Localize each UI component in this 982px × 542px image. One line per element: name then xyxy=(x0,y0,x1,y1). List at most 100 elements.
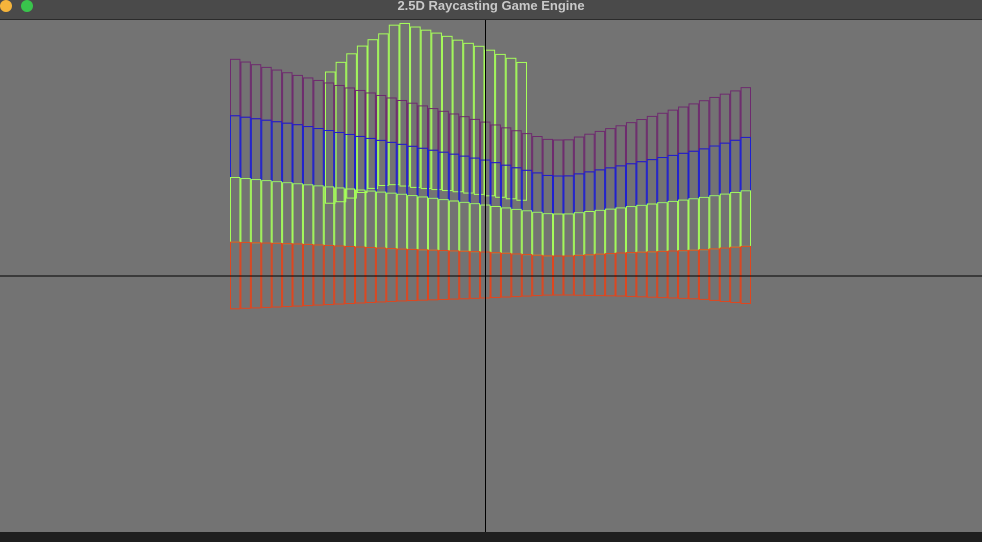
wall-column-top xyxy=(563,139,574,177)
wall-column-top xyxy=(709,96,720,147)
wall-column-middle xyxy=(646,159,658,205)
wall-column-middle xyxy=(563,175,574,215)
wall-column-top xyxy=(719,93,731,144)
wall-column-bottom xyxy=(646,251,658,298)
wall-column-middle xyxy=(448,153,460,202)
wall-column-bottom xyxy=(563,255,574,296)
wall-column-bottom xyxy=(667,250,679,299)
wall-column-lower xyxy=(678,199,689,252)
wall-column-middle xyxy=(730,139,741,193)
wall-column-bottom xyxy=(500,252,512,298)
wall-column-middle xyxy=(698,148,710,198)
back-wall-column xyxy=(452,39,464,193)
wall-column-bottom xyxy=(594,253,606,297)
wall-column-middle xyxy=(636,161,647,206)
wall-column-top xyxy=(730,90,741,141)
game-viewport[interactable] xyxy=(0,20,982,532)
wall-column-bottom xyxy=(355,246,366,304)
wall-column-bottom xyxy=(417,249,428,301)
wall-column-bottom xyxy=(344,245,356,305)
wall-column-top xyxy=(240,61,251,118)
wall-column-top xyxy=(615,125,626,167)
wall-column-bottom xyxy=(448,250,460,300)
wall-column-lower xyxy=(490,205,501,254)
wall-column-top xyxy=(657,112,668,159)
back-wall-column xyxy=(463,42,474,194)
wall-column-bottom xyxy=(386,248,397,302)
wall-column-middle xyxy=(438,151,449,201)
wall-column-middle xyxy=(302,126,314,186)
back-wall-column xyxy=(441,35,453,192)
wall-column-top xyxy=(625,122,637,165)
front-wall-layers xyxy=(230,58,752,310)
wall-column-top xyxy=(469,118,481,159)
wall-column-lower xyxy=(386,192,397,250)
wall-column-bottom xyxy=(427,249,439,301)
wall-column-lower xyxy=(553,213,564,257)
wall-column-lower xyxy=(417,196,428,251)
wall-column-lower xyxy=(250,179,262,244)
wall-column-bottom xyxy=(459,250,470,300)
wall-column-bottom xyxy=(302,243,314,307)
wall-column-lower xyxy=(365,190,376,249)
wall-column-top xyxy=(573,136,585,175)
wall-column-top xyxy=(532,136,543,174)
wall-column-middle xyxy=(250,118,262,181)
wall-column-lower xyxy=(407,195,418,250)
wall-column-lower xyxy=(646,203,658,253)
wall-column-top xyxy=(302,77,314,128)
wall-column-bottom xyxy=(230,241,241,310)
wall-column-lower xyxy=(605,208,616,255)
wall-column-bottom xyxy=(532,254,543,297)
wall-column-top xyxy=(230,58,241,117)
wall-column-lower xyxy=(282,182,293,245)
wall-column-lower xyxy=(292,183,303,245)
wall-column-lower xyxy=(230,177,241,243)
wall-column-top xyxy=(417,105,428,149)
wall-column-top xyxy=(553,139,564,177)
wall-column-bottom xyxy=(584,254,595,296)
wall-column-lower xyxy=(469,203,481,253)
wall-column-top xyxy=(282,72,293,124)
wall-column-middle xyxy=(667,154,679,202)
wall-column-lower xyxy=(625,206,637,254)
wall-column-bottom xyxy=(625,252,637,297)
wall-column-top xyxy=(740,87,752,138)
wall-column-bottom xyxy=(261,242,272,308)
wall-column-middle xyxy=(709,145,720,197)
wall-column-top xyxy=(678,106,689,154)
wall-column-top xyxy=(594,130,606,171)
wall-column-top xyxy=(448,113,460,155)
wall-column-middle xyxy=(417,147,428,198)
wall-column-top xyxy=(584,133,595,173)
wall-column-middle xyxy=(678,152,689,201)
wall-column-lower xyxy=(573,212,585,256)
wall-column-lower xyxy=(271,181,283,244)
wall-column-top xyxy=(688,103,699,152)
wall-column-lower xyxy=(740,190,752,247)
wall-column-lower xyxy=(313,185,324,246)
window-title: 2.5D Raycasting Game Engine xyxy=(397,0,585,13)
wall-column-middle xyxy=(469,157,481,205)
wall-column-top xyxy=(313,79,324,130)
wall-column-middle xyxy=(459,155,470,203)
wall-column-bottom xyxy=(605,253,616,297)
wall-column-bottom xyxy=(636,251,647,298)
wall-column-lower xyxy=(427,197,439,251)
wall-column-bottom xyxy=(688,249,699,300)
wall-column-bottom xyxy=(730,246,741,303)
wall-column-bottom xyxy=(678,250,689,299)
wall-column-bottom xyxy=(719,247,731,302)
wall-column-bottom xyxy=(334,245,345,305)
wall-column-lower xyxy=(500,207,512,254)
wall-column-bottom xyxy=(282,243,293,308)
wall-column-middle xyxy=(553,175,564,215)
wall-column-middle xyxy=(271,121,283,183)
wall-column-lower xyxy=(730,191,741,248)
wall-column-top xyxy=(698,100,710,150)
wall-column-lower xyxy=(459,201,470,252)
wall-column-bottom xyxy=(240,241,251,309)
wall-column-middle xyxy=(427,149,439,199)
wall-column-lower xyxy=(719,193,731,249)
wall-column-lower xyxy=(594,209,606,255)
